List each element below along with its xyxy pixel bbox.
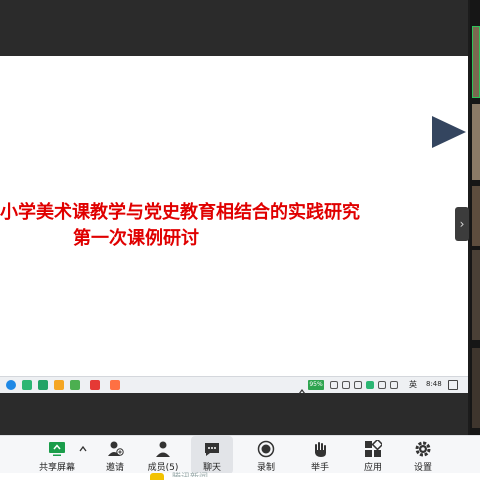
members-button[interactable]: 成员(5) <box>144 436 182 474</box>
participant-video-thumb[interactable] <box>472 186 480 246</box>
slide-nav-triangle <box>432 116 466 148</box>
record-label: 录制 <box>256 463 275 473</box>
record-button[interactable]: 录制 <box>250 436 282 474</box>
apps-label: 应用 <box>363 463 382 473</box>
slide-title-line2: 第一次课例研讨 <box>73 228 199 249</box>
tray-network-icon <box>342 381 350 389</box>
members-icon <box>154 440 172 458</box>
tray-ime-label: 英 <box>409 380 417 389</box>
tray-app-icon <box>390 381 398 389</box>
invite-person-icon <box>106 440 124 458</box>
participant-gallery <box>470 0 480 435</box>
tray-app-icon <box>378 381 386 389</box>
raise-hand-button[interactable]: 举手 <box>304 436 336 474</box>
participant-video-thumb[interactable] <box>472 26 480 98</box>
taskbar-app-icon <box>90 380 100 390</box>
taskbar-app-icon <box>38 380 48 390</box>
apps-grid-icon <box>364 438 384 458</box>
settings-button[interactable]: 设置 <box>408 436 438 474</box>
participant-video-thumb[interactable] <box>472 250 480 340</box>
share-options-chevron[interactable] <box>78 436 88 474</box>
chat-button[interactable]: 聊天 <box>191 436 233 474</box>
remote-taskbar: 95% 英 8:48 <box>0 376 468 395</box>
tray-volume-icon <box>330 381 338 389</box>
share-screen-label: 共享屏幕 <box>38 463 75 473</box>
taskbar-app-icon <box>6 380 16 390</box>
chat-bubble-icon <box>203 440 221 458</box>
taskbar-app-icon <box>54 380 64 390</box>
presentation-slide: 小学美术课教学与党史教育相结合的实践研究 第一次课例研讨 <box>0 56 468 376</box>
news-window-title: 腾讯新闻 <box>172 470 208 477</box>
gallery-toggle-chevron-icon[interactable]: › <box>455 207 469 241</box>
news-app-icon <box>150 473 164 480</box>
taskbar-app-icon <box>70 380 80 390</box>
invite-button[interactable]: 邀请 <box>100 436 130 474</box>
tray-up-arrow-icon <box>298 381 306 395</box>
slide-title-line1: 小学美术课教学与党史教育相结合的实践研究 <box>0 202 360 223</box>
tray-notification-icon <box>448 380 458 390</box>
apps-button[interactable]: 应用 <box>358 436 388 474</box>
meeting-toolbar: 共享屏幕 邀请 成员(5) 聊天 录制 举手 应用 设置 <box>0 435 480 474</box>
participant-video-thumb[interactable] <box>472 348 480 428</box>
chevron-up-icon <box>78 440 88 458</box>
taskbar-app-icon <box>110 380 120 390</box>
raise-hand-icon <box>311 440 329 458</box>
gear-icon <box>414 440 432 458</box>
taskbar-app-icon <box>22 380 32 390</box>
tray-green-icon <box>366 381 374 389</box>
share-screen-icon <box>48 440 66 458</box>
tray-app-icon <box>354 381 362 389</box>
shared-screen-view: 小学美术课教学与党史教育相结合的实践研究 第一次课例研讨 95% 英 8:48 … <box>0 0 469 435</box>
settings-label: 设置 <box>413 463 432 473</box>
bottom-window-strip: 腾讯新闻 <box>0 473 480 480</box>
raise-hand-label: 举手 <box>310 463 329 473</box>
tray-battery-badge: 95% <box>308 380 324 390</box>
share-screen-button[interactable]: 共享屏幕 <box>34 436 80 474</box>
participant-video-thumb[interactable] <box>472 104 480 180</box>
record-icon <box>257 440 275 458</box>
invite-label: 邀请 <box>105 463 124 473</box>
tray-clock: 8:48 <box>426 380 442 388</box>
